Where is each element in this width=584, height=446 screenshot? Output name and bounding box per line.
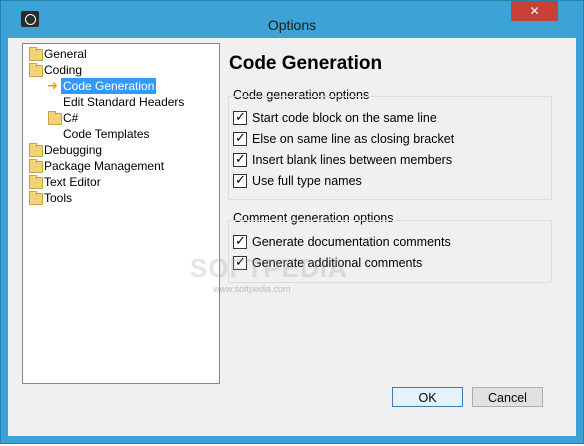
checkbox[interactable]: ✓	[233, 130, 247, 146]
checkbox[interactable]: ✓	[233, 109, 247, 125]
watermark-url: www.softpedia.com	[213, 284, 291, 294]
option-label: Start code block on the same line	[252, 111, 437, 125]
option-label: Else on same line as closing bracket	[252, 132, 455, 146]
checkmark-icon: ✓	[235, 130, 246, 145]
tree-item-label: Coding	[44, 63, 83, 77]
tree-item-label: C#	[63, 111, 79, 125]
watermark-logo: SOFTPEDIA	[190, 253, 348, 283]
checkmark-icon: ✓	[235, 233, 246, 248]
option-label: Insert blank lines between members	[252, 153, 453, 167]
options-tree[interactable]: General Coding ➜ Code Generation Edit St…	[22, 43, 220, 384]
window-title: Options	[267, 17, 317, 33]
folder-icon	[29, 159, 43, 173]
tree-item-label: Tools	[44, 191, 73, 205]
tree-item-label: General	[44, 47, 87, 61]
checkbox[interactable]: ✓	[233, 233, 247, 249]
option-label: Generate documentation comments	[252, 235, 451, 249]
title-bar[interactable]: Options ✕	[1, 1, 583, 33]
tree-item-label: Code Generation	[61, 78, 157, 94]
folder-icon	[29, 47, 43, 61]
arrow-icon: ➜	[47, 78, 58, 93]
panel-title: Code Generation	[229, 53, 383, 74]
folder-icon	[29, 63, 43, 77]
checkmark-icon: ✓	[235, 151, 246, 166]
folder-icon	[29, 191, 43, 205]
tree-item-label: Code Templates	[63, 127, 150, 141]
tree-item-label: Edit Standard Headers	[63, 95, 185, 109]
cancel-button[interactable]: Cancel	[472, 387, 543, 407]
close-button[interactable]: ✕	[511, 1, 558, 21]
tree-item-label: Text Editor	[44, 175, 101, 189]
checkmark-icon: ✓	[235, 109, 246, 124]
dialog-client-area: General Coding ➜ Code Generation Edit St…	[8, 38, 576, 436]
folder-icon	[29, 143, 43, 157]
option-label: Use full type names	[252, 174, 362, 188]
ok-button[interactable]: OK	[392, 387, 463, 407]
checkbox[interactable]: ✓	[233, 151, 247, 167]
tree-item-label: Debugging	[44, 143, 103, 157]
tree-item-label: Package Management	[44, 159, 165, 173]
checkbox[interactable]: ✓	[233, 172, 247, 188]
folder-icon	[48, 111, 62, 125]
options-window: Options ✕ General Coding ➜ Code Generati…	[0, 0, 584, 444]
folder-icon	[29, 175, 43, 189]
checkmark-icon: ✓	[235, 172, 246, 187]
